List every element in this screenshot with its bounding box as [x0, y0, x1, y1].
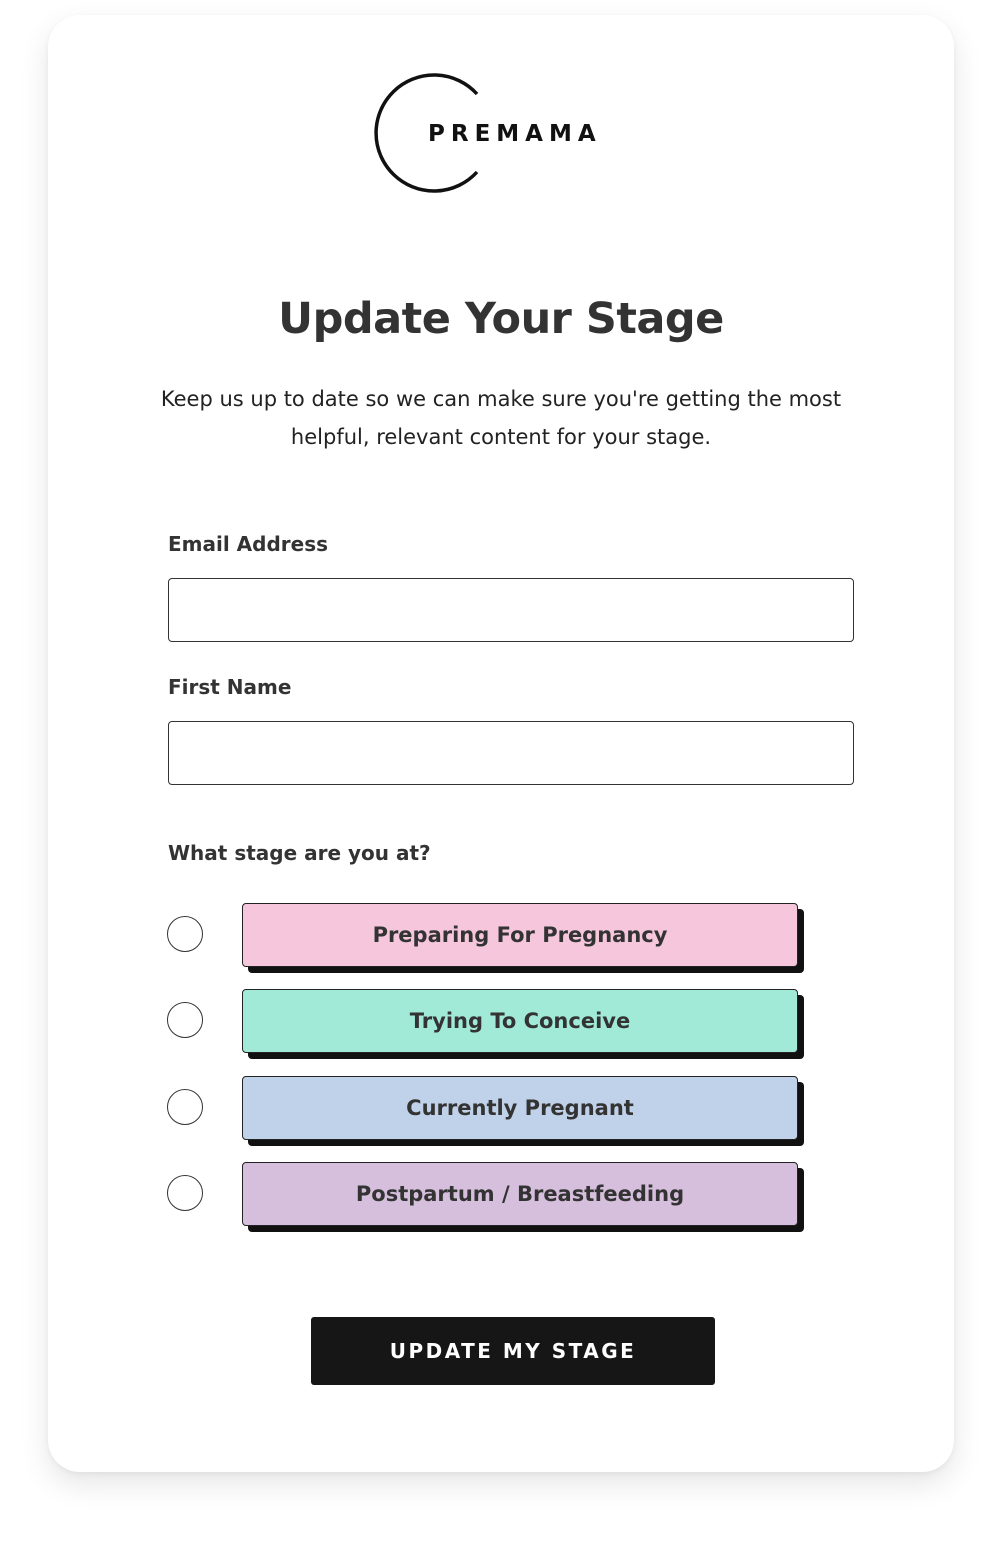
- update-stage-button[interactable]: UPDATE MY STAGE: [311, 1317, 715, 1385]
- stage-option-pregnant[interactable]: Currently Pregnant: [242, 1076, 798, 1140]
- email-label: Email Address: [168, 532, 329, 556]
- email-field[interactable]: [168, 578, 854, 642]
- stage-option-postpartum[interactable]: Postpartum / Breastfeeding: [242, 1162, 798, 1226]
- first-name-label: First Name: [168, 675, 292, 699]
- option-label: Preparing For Pregnancy: [372, 923, 668, 947]
- option-label: Trying To Conceive: [409, 1009, 631, 1033]
- option-label: Postpartum / Breastfeeding: [355, 1182, 685, 1206]
- page-subtitle: Keep us up to date so we can make sure y…: [160, 387, 842, 449]
- page-title: Update Your Stage: [278, 294, 724, 344]
- radio-preparing[interactable]: [167, 916, 203, 952]
- stage-option-preparing[interactable]: Preparing For Pregnancy: [242, 903, 798, 967]
- premama-logo: PREMAMA: [374, 73, 602, 193]
- svg-text:PREMAMA: PREMAMA: [428, 121, 602, 147]
- option-label: Currently Pregnant: [406, 1096, 634, 1120]
- radio-pregnant[interactable]: [167, 1089, 203, 1125]
- radio-trying[interactable]: [167, 1002, 203, 1038]
- stage-question-label: What stage are you at?: [168, 841, 431, 865]
- stage-option-trying[interactable]: Trying To Conceive: [242, 989, 798, 1053]
- first-name-field[interactable]: [168, 721, 854, 785]
- radio-postpartum[interactable]: [167, 1175, 203, 1211]
